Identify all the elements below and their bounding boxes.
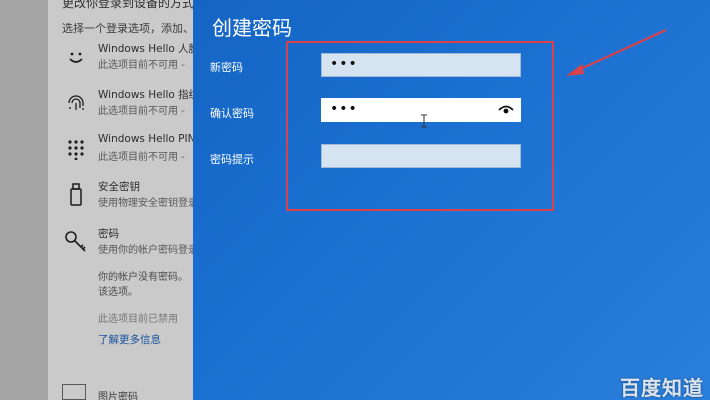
option-security-key[interactable]: 安全密钥 使用物理安全密钥登录 bbox=[60, 179, 193, 223]
disabled-note: 此选项目前已禁用 bbox=[98, 314, 178, 325]
confirm-password-label: 确认密码 bbox=[210, 107, 254, 120]
usb-key-icon bbox=[62, 181, 90, 209]
annotation-arrow-icon bbox=[566, 28, 667, 76]
sign-in-options-panel: 更改你登录到设备的方式 选择一个登录选项，添加、 Windows Hello 人… bbox=[0, 0, 193, 400]
face-smile-icon bbox=[62, 43, 90, 71]
option-password[interactable]: 密码 使用你的帐户密码登录 bbox=[60, 226, 193, 270]
option-fingerprint[interactable]: Windows Hello 指纹 此选项目前不可用 - bbox=[60, 87, 193, 131]
nav-strip bbox=[0, 0, 48, 400]
key-icon bbox=[62, 228, 90, 256]
watermark: 百度知道 bbox=[620, 376, 704, 400]
keypad-pin-icon bbox=[62, 135, 90, 163]
dialog-title: 创建密码 bbox=[212, 16, 292, 40]
password-hint-label: 密码提示 bbox=[210, 153, 254, 166]
learn-more-link[interactable]: 了解更多信息 bbox=[98, 332, 161, 347]
option-title: 密码 bbox=[98, 228, 119, 240]
option-title: Windows Hello 人脸 bbox=[98, 43, 193, 55]
annotation-highlight-box bbox=[286, 41, 554, 211]
option-pin[interactable]: Windows Hello PIN 此选项目前不可用 - bbox=[60, 133, 193, 177]
option-subtitle: 此选项目前不可用 - bbox=[98, 152, 185, 163]
option-title: Windows Hello PIN bbox=[98, 133, 193, 145]
option-face[interactable]: Windows Hello 人脸 此选项目前不可用 - bbox=[60, 41, 193, 85]
password-note: 你的帐户没有密码。 bbox=[98, 272, 188, 283]
option-subtitle: 此选项目前不可用 - bbox=[98, 106, 185, 117]
option-title: 安全密钥 bbox=[98, 181, 140, 193]
option-subtitle: 使用物理安全密钥登录 bbox=[98, 198, 193, 209]
choose-option-text: 选择一个登录选项，添加、 bbox=[62, 22, 193, 35]
option-title: Windows Hello 指纹 bbox=[98, 89, 193, 101]
picture-password-icon bbox=[62, 384, 86, 400]
option-picture-password[interactable]: 图片密码 bbox=[98, 388, 138, 400]
page-heading: 更改你登录到设备的方式 bbox=[62, 0, 193, 10]
password-note-2: 该选项。 bbox=[98, 287, 138, 298]
new-password-label: 新密码 bbox=[210, 61, 243, 74]
option-subtitle: 使用你的帐户密码登录 bbox=[98, 245, 193, 256]
fingerprint-icon bbox=[62, 89, 90, 117]
option-subtitle: 此选项目前不可用 - bbox=[98, 60, 185, 71]
